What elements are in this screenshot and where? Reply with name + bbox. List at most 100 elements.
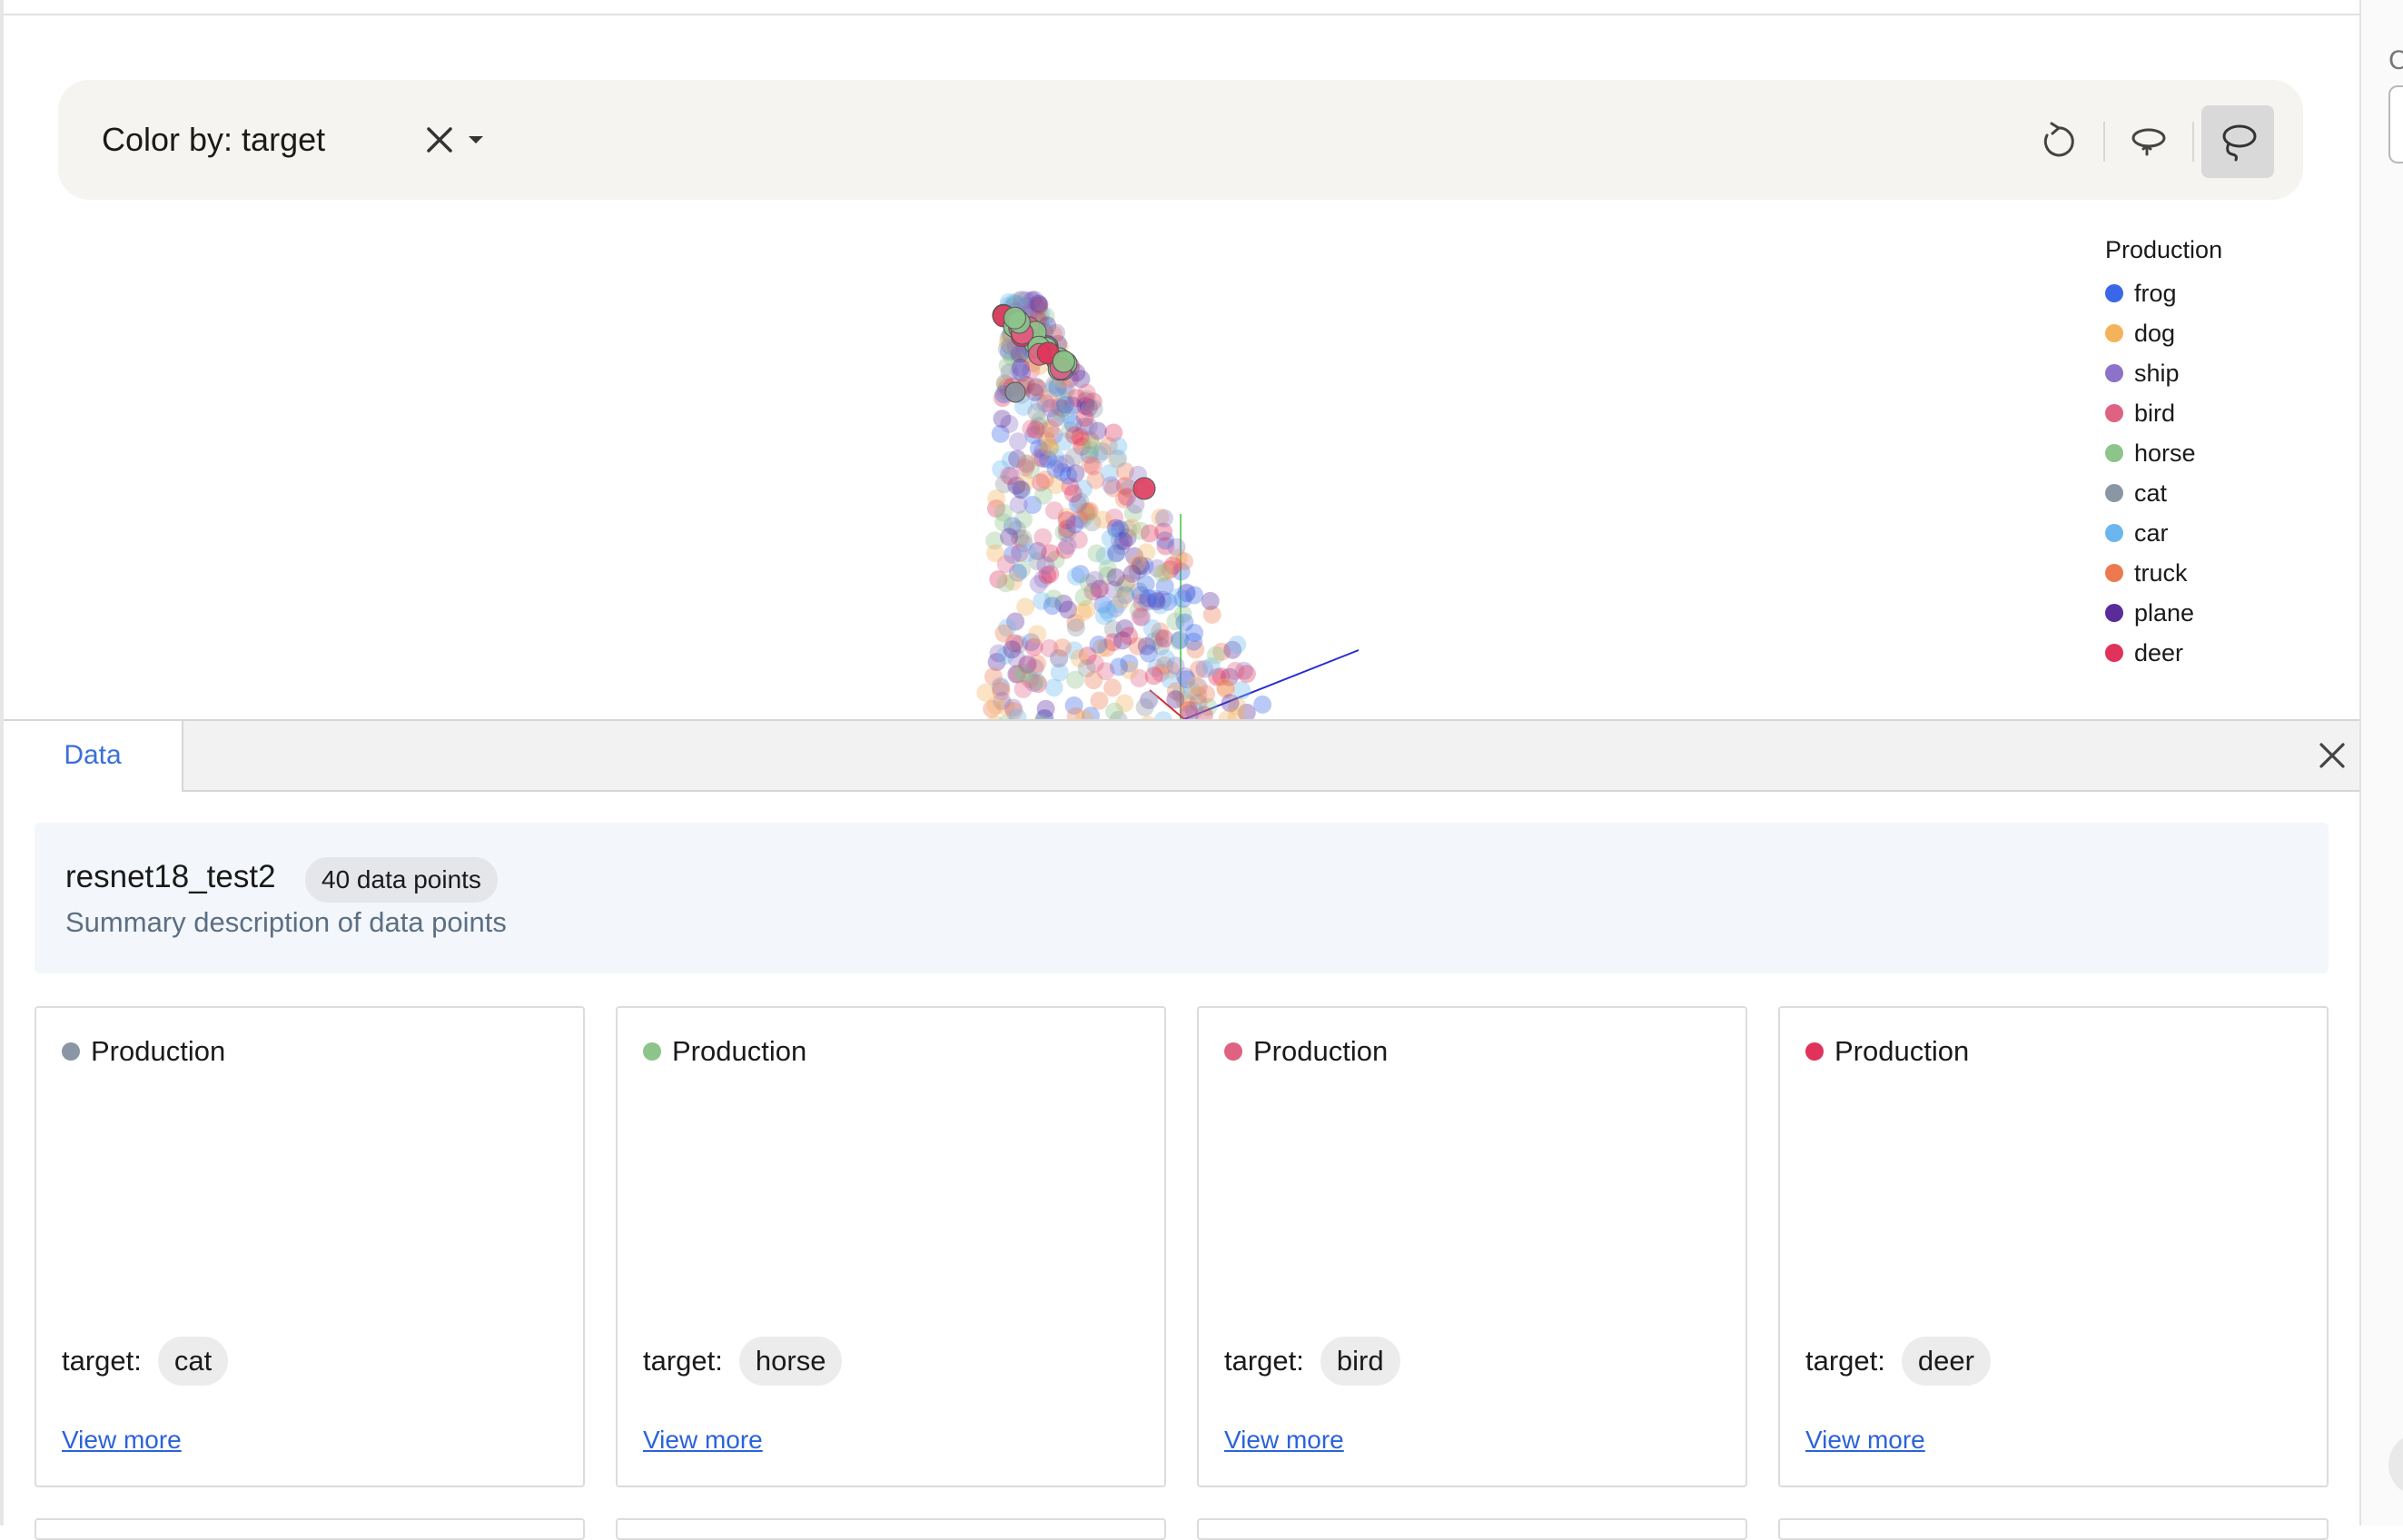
scatter-point[interactable] <box>1066 670 1085 689</box>
legend-item-bird[interactable]: bird <box>2105 393 2222 433</box>
scatter-point[interactable] <box>1058 536 1077 555</box>
scatter-point[interactable] <box>1076 502 1095 521</box>
scatter-point[interactable] <box>1140 691 1159 709</box>
view-more-link[interactable]: View more <box>62 1426 182 1455</box>
scatter-point[interactable] <box>984 667 1003 686</box>
scatter-point[interactable] <box>993 410 1012 429</box>
scatter-point[interactable] <box>1253 695 1272 714</box>
scatter-point[interactable] <box>1028 625 1047 644</box>
scatter-point[interactable] <box>1027 403 1046 421</box>
scatter-point[interactable] <box>1000 466 1019 485</box>
scatter-point[interactable] <box>1083 436 1102 455</box>
scatter-point[interactable] <box>1003 640 1022 659</box>
data-point-card[interactable]: Production target: deer View more <box>1778 1006 2329 1487</box>
legend-item-cat[interactable]: cat <box>2105 473 2222 513</box>
legend-item-truck[interactable]: truck <box>2105 553 2222 593</box>
data-point-card[interactable]: Production target: horse View more <box>616 1006 1166 1487</box>
view-more-link[interactable]: View more <box>1805 1426 1925 1455</box>
clear-icon[interactable] <box>420 120 460 160</box>
scatter-point[interactable] <box>1052 350 1075 373</box>
lasso-select-button[interactable] <box>2201 105 2274 178</box>
scatter-point[interactable] <box>986 696 1005 716</box>
scatter-point[interactable] <box>1004 306 1026 330</box>
scatter-point[interactable] <box>1152 564 1172 583</box>
reset-view-button[interactable] <box>2022 105 2094 178</box>
scatter-point[interactable] <box>1063 484 1083 503</box>
scatter-point[interactable] <box>1033 528 1053 547</box>
scatter-point[interactable] <box>1043 597 1062 616</box>
chevron-down-icon[interactable] <box>461 125 490 154</box>
data-point-card[interactable]: Production target: bird View more <box>1197 1006 1747 1487</box>
color-by-select[interactable]: Color by: target <box>102 80 325 200</box>
scatter-point[interactable] <box>1045 501 1063 520</box>
scatter-point[interactable] <box>1035 470 1054 489</box>
scatter-point[interactable] <box>1059 466 1078 485</box>
scatter-point[interactable] <box>1185 586 1204 605</box>
scatter-point[interactable] <box>1186 676 1205 696</box>
scatter-point[interactable] <box>1012 480 1031 499</box>
scatter-point[interactable] <box>1004 381 1026 403</box>
scatter-point[interactable] <box>1034 486 1053 505</box>
view-more-link[interactable]: View more <box>643 1426 763 1455</box>
legend-item-ship[interactable]: ship <box>2105 353 2222 393</box>
scatter-point[interactable] <box>1206 646 1225 665</box>
scatter-point[interactable] <box>1132 477 1156 500</box>
scatter-point[interactable] <box>1081 455 1100 474</box>
scatter-point[interactable] <box>1097 600 1116 619</box>
scatter-point[interactable] <box>1077 383 1096 402</box>
scatter-point[interactable] <box>1087 544 1106 563</box>
scatter-point[interactable] <box>1102 476 1121 495</box>
scatter-point[interactable] <box>1013 291 1032 310</box>
scatter-point[interactable] <box>1120 627 1138 646</box>
scatter-point[interactable] <box>1010 361 1029 380</box>
scatter-point[interactable] <box>1026 420 1045 439</box>
scatter-point[interactable] <box>1014 679 1033 698</box>
scatter-point[interactable] <box>1106 568 1125 587</box>
scatter-point[interactable] <box>996 574 1015 593</box>
scatter-point[interactable] <box>1139 588 1158 607</box>
legend-item-horse[interactable]: horse <box>2105 433 2222 473</box>
legend-item-plane[interactable]: plane <box>2105 593 2222 633</box>
scatter-point[interactable] <box>1237 665 1256 684</box>
scatter-point[interactable] <box>1073 603 1093 622</box>
legend-item-frog[interactable]: frog <box>2105 273 2222 313</box>
legend-item-deer[interactable]: deer <box>2105 633 2222 673</box>
scatter-point[interactable] <box>1103 678 1122 697</box>
scatter-point[interactable] <box>1009 432 1027 451</box>
right-panel-fab[interactable] <box>2388 1433 2403 1496</box>
scatter-point[interactable] <box>1044 678 1063 697</box>
scatter-canvas[interactable] <box>4 218 2359 719</box>
scatter-point[interactable] <box>1065 426 1084 445</box>
scatter-point[interactable] <box>986 544 1004 563</box>
scatter-point[interactable] <box>1000 528 1019 547</box>
scatter-point[interactable] <box>1029 294 1048 313</box>
scatter-point[interactable] <box>1140 644 1158 663</box>
right-panel-input[interactable] <box>2388 85 2403 163</box>
scatter-point[interactable] <box>1112 590 1132 609</box>
view-more-link[interactable]: View more <box>1224 1426 1344 1455</box>
legend-item-car[interactable]: car <box>2105 513 2222 553</box>
scatter-point[interactable] <box>1154 508 1173 528</box>
scatter-point[interactable] <box>1089 635 1108 654</box>
scatter-point[interactable] <box>1109 449 1128 468</box>
scatter-point[interactable] <box>1137 543 1156 562</box>
scatter-point[interactable] <box>1075 409 1094 428</box>
scatter-point[interactable] <box>1085 570 1104 589</box>
scatter-point[interactable] <box>1228 635 1247 654</box>
scatter-point[interactable] <box>1016 597 1035 617</box>
scatter-point[interactable] <box>994 624 1014 643</box>
tab-data[interactable]: Data <box>4 721 183 792</box>
scatter-point[interactable] <box>1056 395 1074 414</box>
embedding-3d-plot[interactable] <box>4 218 2359 719</box>
legend-item-dog[interactable]: dog <box>2105 313 2222 353</box>
scatter-point[interactable] <box>1175 613 1194 632</box>
scatter-point[interactable] <box>1018 544 1037 563</box>
scatter-point[interactable] <box>1101 529 1120 548</box>
scatter-point[interactable] <box>1018 655 1037 674</box>
scatter-point[interactable] <box>1156 649 1175 668</box>
scatter-point[interactable] <box>1029 379 1047 398</box>
close-icon[interactable] <box>2312 735 2352 775</box>
scatter-point[interactable] <box>1131 607 1150 627</box>
scatter-point[interactable] <box>1036 556 1055 575</box>
scatter-point[interactable] <box>1040 438 1059 457</box>
